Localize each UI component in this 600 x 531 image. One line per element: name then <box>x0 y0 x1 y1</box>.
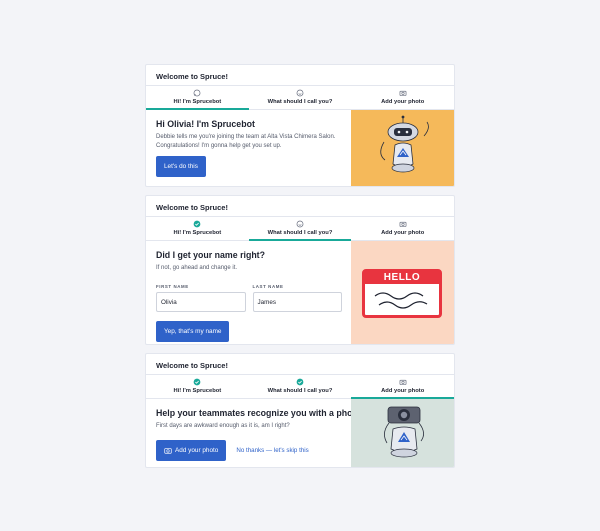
tab-sprucebot[interactable]: Hi! I'm Sprucebot <box>146 86 249 110</box>
welcome-card-step-2: Welcome to Spruce! Hi! I'm Sprucebot Wha… <box>145 195 455 345</box>
first-name-label: FIRST NAME <box>156 283 189 289</box>
sprucebot-camera-icon <box>384 406 424 458</box>
step-tabs: Hi! I'm Sprucebot What should I call you… <box>146 375 454 399</box>
smiley-icon <box>296 89 304 97</box>
last-name-label: LAST NAME <box>252 283 284 289</box>
skip-photo-link[interactable]: No thanks — let's skip this <box>236 440 308 461</box>
name-tag: HELLO <box>362 269 442 318</box>
tab-name[interactable]: What should I call you? <box>249 86 352 109</box>
step-description: Debbie tells me you're joining the team … <box>156 134 336 149</box>
tab-label: What should I call you? <box>267 99 333 105</box>
name-tag-header: HELLO <box>365 272 439 284</box>
camera-icon <box>164 447 172 454</box>
tab-label: What should I call you? <box>267 230 333 236</box>
tab-photo[interactable]: Add your photo <box>351 217 454 240</box>
checkmark-circle-icon <box>193 378 201 386</box>
sprucebot-robot-icon <box>380 115 429 173</box>
camera-icon <box>399 221 407 227</box>
welcome-card-step-3: Welcome to Spruce! Hi! I'm Sprucebot Wha… <box>145 353 455 468</box>
tab-name[interactable]: What should I call you? <box>249 375 352 398</box>
tab-name[interactable]: What should I call you? <box>248 217 352 241</box>
first-name-input[interactable]: Olivia <box>156 291 246 312</box>
checkmark-circle-icon <box>193 220 201 228</box>
tab-label: Hi! I'm Sprucebot <box>173 388 222 394</box>
smiley-icon <box>296 220 304 228</box>
last-name-field: LAST NAME James <box>252 283 342 312</box>
chat-icon <box>193 89 201 97</box>
first-name-field: FIRST NAME Olivia <box>156 284 246 312</box>
camera-icon <box>399 90 407 96</box>
sprucebot-illustration <box>351 110 454 186</box>
tab-photo[interactable]: Add your photo <box>351 375 454 399</box>
tab-label: Hi! I'm Sprucebot <box>173 230 222 236</box>
robot-photo-illustration <box>351 399 454 467</box>
tab-photo[interactable]: Add your photo <box>351 86 454 109</box>
checkmark-circle-icon <box>296 378 304 386</box>
welcome-card-step-1: Welcome to Spruce! Hi! I'm Sprucebot Wha… <box>145 64 455 187</box>
card-header: Welcome to Spruce! <box>146 354 454 375</box>
tab-label: Add your photo <box>381 99 425 105</box>
card-header: Welcome to Spruce! <box>146 196 454 217</box>
step-description: First days are awkward enough as it is, … <box>156 423 290 429</box>
tab-sprucebot[interactable]: Hi! I'm Sprucebot <box>146 375 249 398</box>
tab-label: Add your photo <box>381 388 425 394</box>
step-title: Hi Olivia! I'm Sprucebot <box>156 119 255 129</box>
tab-label: Add your photo <box>381 230 425 236</box>
step-tabs: Hi! I'm Sprucebot What should I call you… <box>146 217 454 241</box>
step-tabs: Hi! I'm Sprucebot What should I call you… <box>146 86 454 110</box>
name-badge-illustration: HELLO <box>351 241 454 344</box>
add-photo-button[interactable]: Add your photo <box>156 439 227 461</box>
confirm-name-button[interactable]: Yep, that's my name <box>156 320 230 342</box>
lets-do-this-button[interactable]: Let's do this <box>156 156 206 177</box>
card-header: Welcome to Spruce! <box>146 65 454 86</box>
step-title: Help your teammates recognize you with a… <box>156 408 361 418</box>
step-description: If not, go ahead and change it. <box>156 265 238 271</box>
step-title: Did I get your name right? <box>156 250 265 260</box>
camera-icon <box>399 379 407 385</box>
tab-label: What should I call you? <box>267 388 333 394</box>
tab-label: Hi! I'm Sprucebot <box>173 99 222 105</box>
add-photo-label: Add your photo <box>175 446 219 454</box>
scribble-icon <box>374 292 428 309</box>
last-name-input[interactable]: James <box>252 291 342 312</box>
tab-sprucebot[interactable]: Hi! I'm Sprucebot <box>146 217 249 240</box>
